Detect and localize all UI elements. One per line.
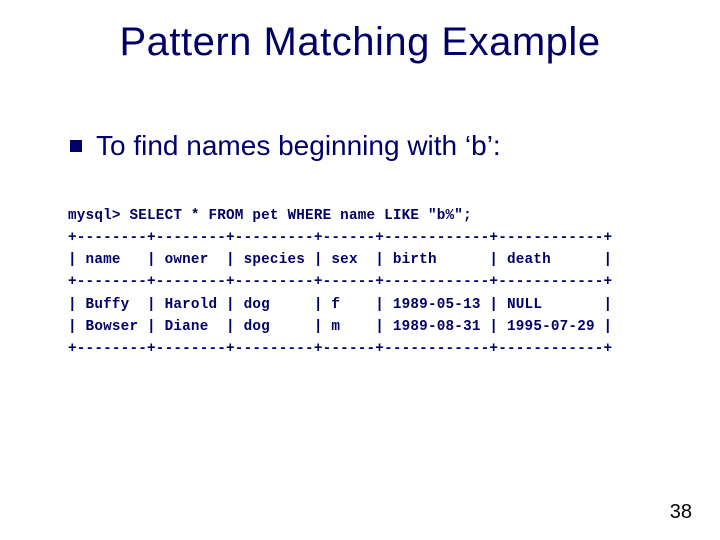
- bullet-row: To find names beginning with ‘b’:: [70, 128, 680, 163]
- slide-title: Pattern Matching Example: [0, 20, 720, 65]
- square-bullet-icon: [70, 140, 82, 152]
- bullet-text: To find names beginning with ‘b’:: [96, 128, 501, 163]
- sql-output-block: mysql> SELECT * FROM pet WHERE name LIKE…: [68, 205, 612, 360]
- page-number: 38: [670, 501, 692, 524]
- slide: Pattern Matching Example To find names b…: [0, 0, 720, 540]
